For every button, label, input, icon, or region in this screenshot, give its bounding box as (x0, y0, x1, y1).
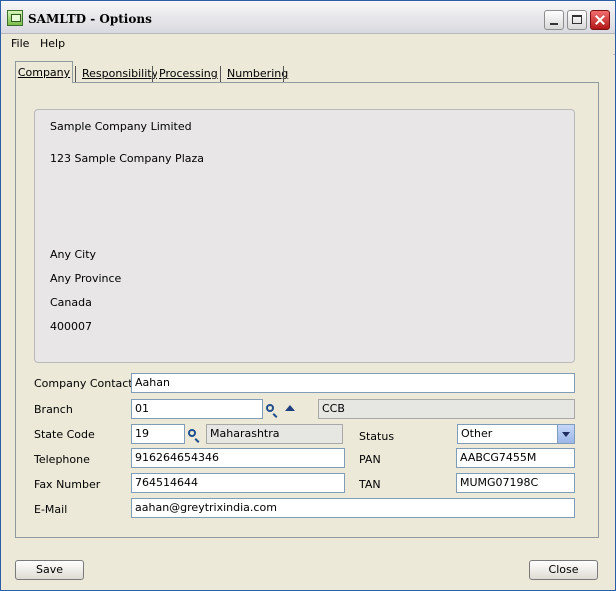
address-box (34, 109, 575, 363)
state-name: Maharashtra (206, 424, 343, 444)
address-province: Any Province (50, 272, 122, 285)
tan-label: TAN (359, 478, 381, 491)
title-bar[interactable]: SAMLTD - Options (1, 1, 615, 34)
branch-field[interactable]: 01 (131, 399, 263, 419)
search-icon[interactable] (266, 404, 274, 412)
status-select[interactable]: Other (457, 424, 575, 444)
branch-description: CCB (318, 399, 575, 419)
pan-field[interactable]: AABCG7455M (456, 448, 575, 468)
tab-processing[interactable]: Processing (157, 64, 220, 83)
minimize-icon[interactable] (544, 10, 564, 30)
up-arrow-icon[interactable] (285, 405, 295, 411)
tab-numbering[interactable]: Numbering (225, 64, 291, 83)
company-contact-field[interactable]: Aahan (131, 373, 575, 393)
status-value: Other (461, 427, 493, 440)
address-country: Canada (50, 296, 92, 309)
tab-separator (152, 66, 153, 82)
email-field[interactable]: aahan@greytrixindia.com (131, 498, 575, 518)
company-name: Sample Company Limited (50, 120, 192, 133)
close-button[interactable]: Close (529, 560, 598, 580)
address-line-1: 123 Sample Company Plaza (50, 152, 205, 165)
search-icon[interactable] (188, 429, 196, 437)
app-icon (7, 10, 23, 26)
pan-label: PAN (359, 453, 381, 466)
address-city: Any City (50, 248, 97, 261)
save-button[interactable]: Save (15, 560, 84, 580)
state-code-label: State Code (34, 428, 95, 441)
window-title: SAMLTD - Options (28, 12, 152, 26)
email-label: E-Mail (34, 503, 68, 516)
fax-number-field[interactable]: 764514644 (131, 473, 345, 493)
telephone-label: Telephone (34, 453, 90, 466)
tan-field[interactable]: MUMG07198C (456, 473, 575, 493)
state-code-field[interactable]: 19 (131, 424, 185, 444)
branch-label: Branch (34, 403, 73, 416)
tab-separator (283, 66, 284, 82)
menu-bar: File Help (1, 34, 615, 55)
telephone-field[interactable]: 916264654346 (131, 448, 345, 468)
tab-separator (75, 66, 76, 82)
chevron-down-icon[interactable] (557, 425, 574, 443)
fax-number-label: Fax Number (34, 478, 101, 491)
menu-help[interactable]: Help (40, 37, 65, 50)
close-icon[interactable] (590, 10, 610, 30)
company-contact-label: Company Contact (34, 377, 133, 390)
tab-responsibility[interactable]: Responsibility (80, 64, 161, 83)
address-postal-code: 400007 (50, 320, 92, 333)
maximize-icon[interactable] (567, 10, 587, 30)
tab-separator (220, 66, 221, 82)
status-label: Status (359, 430, 395, 443)
menu-file[interactable]: File (11, 37, 29, 50)
tab-company[interactable]: Company (15, 61, 73, 83)
